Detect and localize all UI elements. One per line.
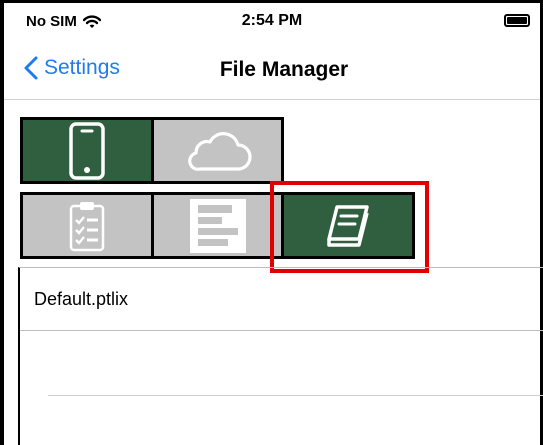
file-name: Default.ptlix	[34, 288, 129, 309]
bar-report-icon	[189, 198, 246, 253]
source-selector	[20, 117, 284, 184]
file-list: Default.ptlix	[18, 267, 543, 445]
report-type-button[interactable]	[154, 195, 281, 256]
navigation-bar: Settings File Manager	[4, 40, 540, 100]
file-list-item[interactable]: Default.ptlix	[20, 268, 543, 331]
page-title: File Manager	[219, 58, 349, 81]
status-time: 2:54 PM	[241, 12, 303, 29]
status-bar: No SIM 2:54 PM	[4, 3, 540, 35]
list-separator	[48, 395, 543, 396]
device-source-button[interactable]	[23, 120, 151, 181]
clipboard-checklist-icon	[69, 201, 105, 251]
checklist-type-button[interactable]	[23, 195, 151, 256]
file-type-selector	[20, 192, 415, 259]
battery-icon	[504, 14, 530, 27]
cloud-source-button[interactable]	[154, 120, 281, 181]
phone-icon	[69, 121, 105, 180]
book-icon	[327, 204, 369, 247]
library-type-button[interactable]	[284, 195, 412, 256]
cloud-icon	[187, 131, 252, 171]
